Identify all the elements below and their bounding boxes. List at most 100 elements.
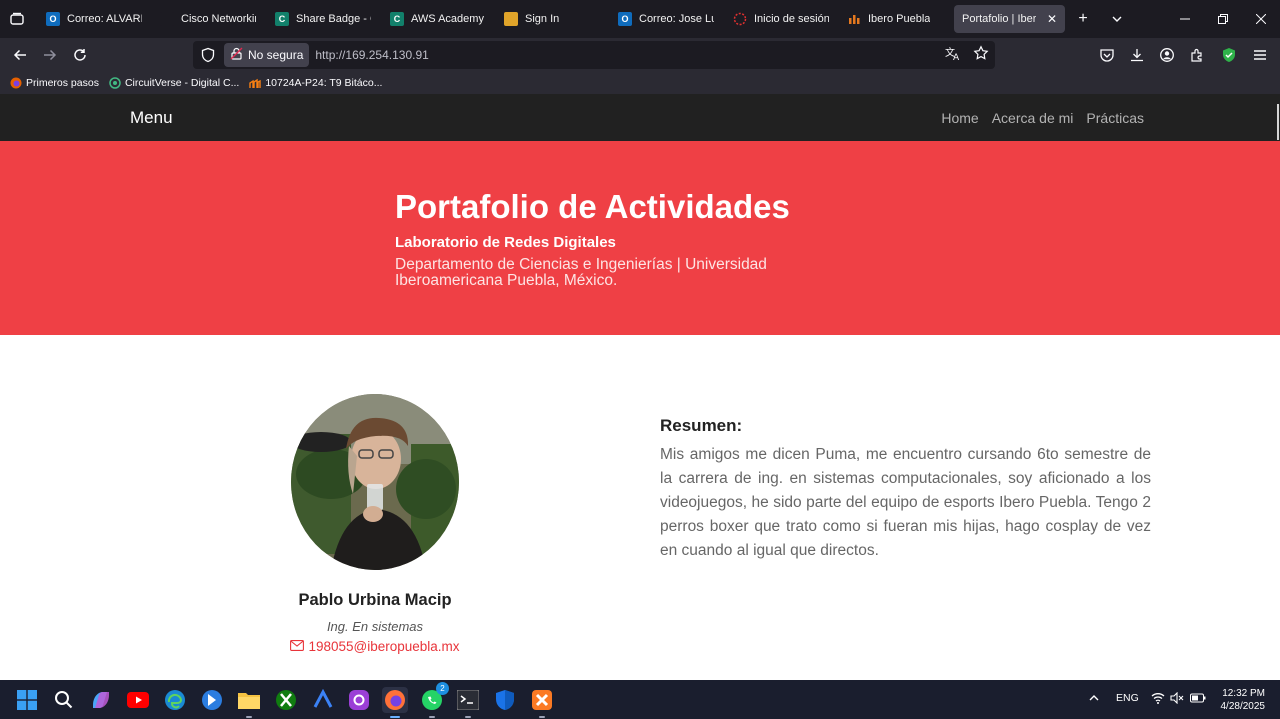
site-navbar: Menu Home Acerca de mi Prácticas [0, 94, 1280, 141]
nav-link-practicas[interactable]: Prácticas [1086, 110, 1144, 126]
navigation-toolbar: No segura http://169.254.130.91 文A [0, 38, 1280, 72]
downloads-icon[interactable] [1127, 45, 1147, 65]
list-all-tabs-icon[interactable] [4, 6, 30, 32]
bookmark-bitacora[interactable]: 10724A-P24: T9 Bitáco... [249, 77, 382, 89]
bookmarks-toolbar: Primeros pasos CircuitVerse - Digital C.… [0, 72, 1280, 94]
nav-link-acerca[interactable]: Acerca de mi [992, 110, 1074, 126]
bookmark-star-icon[interactable] [973, 45, 989, 66]
back-icon[interactable] [8, 43, 32, 67]
volume-muted-icon[interactable] [1170, 691, 1184, 707]
tab-title: Ibero Puebla [868, 13, 931, 25]
bookmark-circuitverse[interactable]: CircuitVerse - Digital C... [109, 77, 239, 89]
scrollbar-thumb[interactable] [1277, 104, 1279, 140]
tab-title: Portafolio | Ibero Pu [962, 13, 1036, 25]
hero-subtitle: Laboratorio de Redes Digitales [395, 234, 616, 251]
tab-title: Correo: Jose Luis [639, 13, 714, 25]
url-text[interactable]: http://169.254.130.91 [315, 48, 428, 62]
tab-correo-jose-luis[interactable]: O Correo: Jose Luis [610, 5, 722, 33]
search-icon[interactable] [51, 687, 77, 713]
credly-icon: C [390, 12, 404, 26]
reload-icon[interactable] [68, 43, 92, 67]
circuitverse-icon [109, 77, 121, 89]
running-indicator [539, 716, 545, 718]
hero-title: Portafolio de Actividades [395, 188, 790, 225]
edge-icon[interactable] [162, 687, 188, 713]
tab-ibero-puebla[interactable]: Ibero Puebla [839, 5, 951, 33]
site-security-indicator[interactable]: No segura [224, 43, 310, 67]
firefox-icon [10, 77, 22, 89]
profile-name: Pablo Urbina Macip [298, 591, 452, 609]
security-label: No segura [248, 48, 304, 62]
clock-date: 4/28/2025 [1220, 701, 1266, 712]
arc-icon[interactable] [310, 687, 336, 713]
bing-icon[interactable] [199, 687, 225, 713]
bookmark-label: Primeros pasos [26, 77, 99, 89]
system-clock[interactable]: 12:32 PM 4/28/2025 [1221, 687, 1266, 713]
svg-text:A: A [953, 53, 960, 61]
firefox-icon[interactable] [382, 687, 408, 718]
tab-title: AWS Academy Gr [411, 13, 486, 25]
tab-portafolio-active[interactable]: Portafolio | Ibero Pu ✕ [954, 5, 1065, 33]
tab-correo-alvarez[interactable]: O Correo: ALVAREZ [38, 5, 150, 33]
email-text[interactable]: 198055@iberopuebla.mx [308, 639, 459, 654]
credly-icon: C [275, 12, 289, 26]
minimize-icon[interactable] [1166, 0, 1204, 38]
xampp-icon[interactable] [529, 687, 555, 718]
chevron-up-icon[interactable] [1088, 692, 1100, 707]
file-explorer-icon[interactable] [236, 687, 262, 718]
site-menu-brand[interactable]: Menu [130, 108, 173, 128]
restore-icon[interactable] [1204, 0, 1242, 38]
running-indicator [246, 716, 252, 718]
tab-title: Share Badge - Cre [296, 13, 371, 25]
tab-title: Inicio de sesión e [754, 13, 829, 25]
xbox-icon[interactable] [273, 687, 299, 713]
tab-strip: O Correo: ALVAREZ Cisco Networking C Sha… [0, 0, 1280, 38]
nav-link-home[interactable]: Home [941, 110, 978, 126]
url-bar[interactable]: No segura http://169.254.130.91 文A [193, 41, 995, 69]
account-icon[interactable] [1157, 45, 1177, 65]
profile-role: Ing. En sistemas [326, 619, 424, 634]
wifi-icon[interactable] [1151, 692, 1165, 707]
profile-email-link[interactable]: 198055@iberopuebla.mx [240, 639, 510, 654]
chevron-down-icon[interactable] [1106, 8, 1128, 30]
app-menu-icon[interactable] [1250, 45, 1270, 65]
youtube-icon[interactable] [125, 687, 151, 713]
defender-icon[interactable] [492, 687, 518, 713]
tracking-protection-icon[interactable] [200, 47, 216, 63]
bookmark-primeros-pasos[interactable]: Primeros pasos [10, 77, 99, 89]
page-viewport: Menu Home Acerca de mi Prácticas Portafo… [0, 94, 1280, 680]
close-tab-icon[interactable]: ✕ [1047, 12, 1057, 26]
loading-icon [733, 12, 747, 26]
tab-share-badge[interactable]: C Share Badge - Cre [267, 5, 379, 33]
tab-cisco-networking[interactable]: Cisco Networking [152, 5, 264, 33]
copilot-icon[interactable] [88, 687, 114, 713]
extensions-icon[interactable] [1187, 45, 1207, 65]
adblock-shield-icon[interactable] [1219, 45, 1239, 65]
instagram-icon[interactable] [346, 687, 372, 713]
close-window-icon[interactable] [1242, 0, 1280, 38]
bookmark-label: 10724A-P24: T9 Bitáco... [265, 77, 383, 89]
tab-inicio-sesion[interactable]: Inicio de sesión e [725, 5, 837, 33]
whatsapp-icon[interactable]: 2 [419, 682, 449, 718]
hero-department: Departamento de Ciencias e Ingenierías |… [395, 256, 767, 289]
pocket-icon[interactable] [1097, 45, 1117, 65]
translate-icon[interactable]: 文A [945, 45, 961, 66]
new-tab-icon[interactable]: + [1072, 8, 1094, 30]
tab-title: Correo: ALVAREZ [67, 13, 142, 25]
tab-aws-academy[interactable]: C AWS Academy Gr [382, 5, 494, 33]
input-language[interactable]: ENG [1116, 692, 1139, 704]
start-icon[interactable] [14, 687, 40, 713]
active-indicator [390, 716, 400, 718]
battery-icon[interactable] [1190, 692, 1206, 707]
clock-time: 12:32 PM [1222, 688, 1265, 699]
terminal-icon[interactable] [455, 687, 481, 718]
tab-title: Cisco Networking [181, 13, 256, 25]
forward-icon[interactable] [38, 43, 62, 67]
ibero-icon [847, 12, 861, 26]
envelope-icon [290, 639, 305, 654]
insecure-lock-icon [230, 47, 243, 63]
bookmark-label: CircuitVerse - Digital C... [124, 77, 240, 89]
tab-sign-in[interactable]: Sign In [496, 5, 608, 33]
cisco-icon [160, 12, 174, 26]
running-indicator [465, 716, 471, 718]
